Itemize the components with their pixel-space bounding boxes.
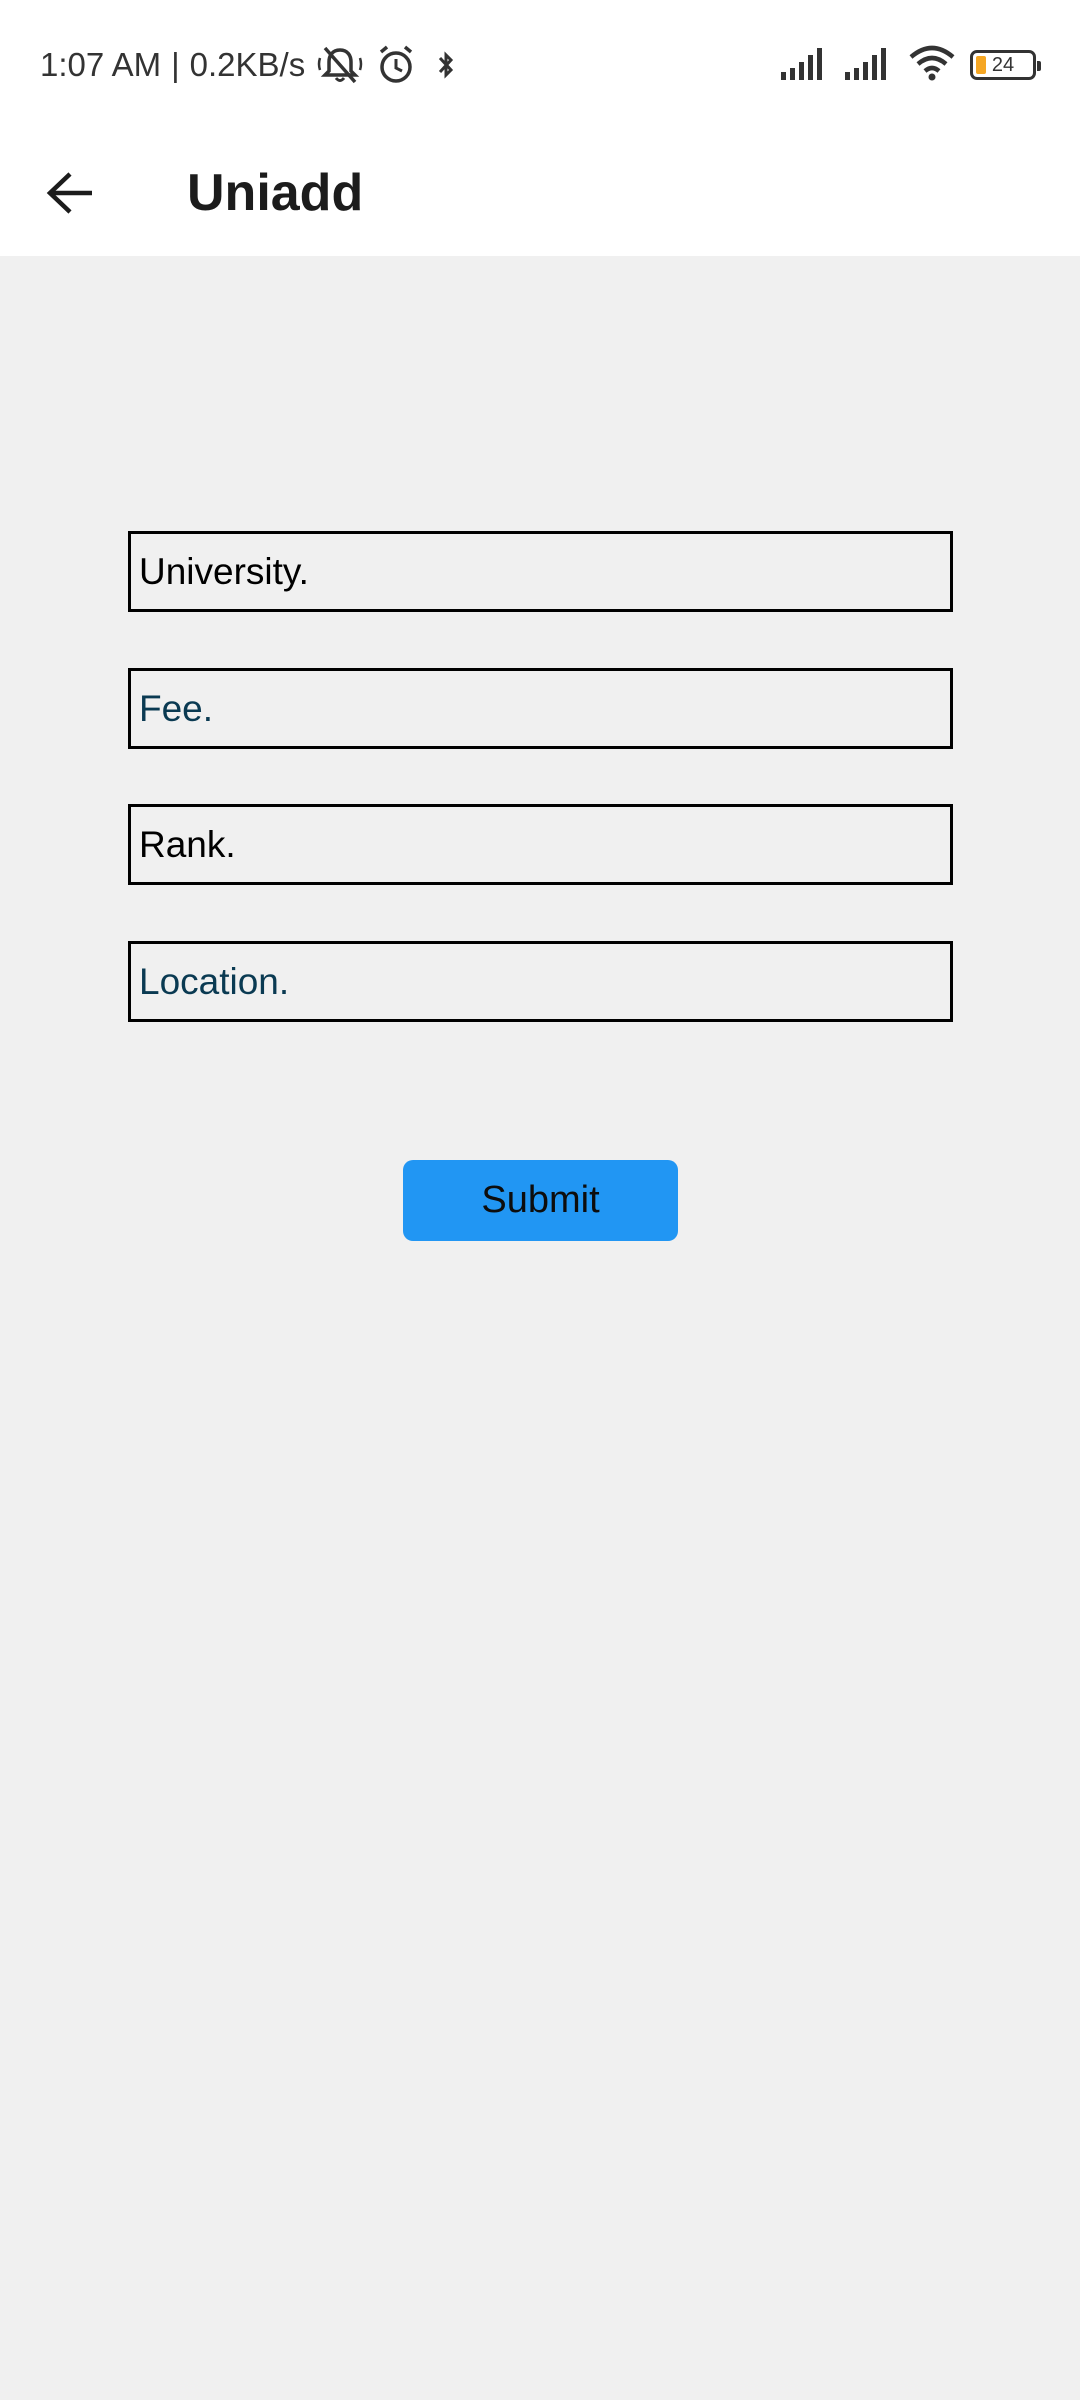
bluetooth-icon — [435, 44, 457, 86]
signal-icon — [844, 46, 894, 85]
app-bar: Uniadd — [0, 130, 1080, 256]
battery-level: 24 — [991, 53, 1015, 76]
status-right: 24 — [766, 42, 1041, 88]
arrow-left-icon — [46, 172, 92, 214]
battery-icon: 24 — [970, 50, 1041, 80]
location-field[interactable] — [128, 941, 953, 1022]
alarm-icon — [375, 44, 417, 86]
status-left: 1:07 AM | 0.2KB/s — [40, 42, 457, 88]
status-bar: 1:07 AM | 0.2KB/s 24 — [0, 0, 1080, 130]
battery-level-fill — [976, 56, 986, 74]
status-separator: | — [171, 46, 180, 83]
network-speed: 0.2KB/s — [189, 46, 306, 83]
status-time: 1:07 AM — [40, 46, 162, 83]
back-button[interactable] — [36, 160, 106, 226]
submit-button[interactable]: Submit — [403, 1160, 678, 1241]
rank-field[interactable] — [128, 804, 953, 885]
silent-mode-icon — [317, 44, 363, 86]
wifi-icon — [908, 45, 956, 86]
page-title: Uniadd — [187, 164, 364, 222]
battery-tip — [1037, 61, 1041, 71]
university-field[interactable] — [128, 531, 953, 612]
signal-icon — [780, 46, 830, 85]
fee-field[interactable] — [128, 668, 953, 749]
